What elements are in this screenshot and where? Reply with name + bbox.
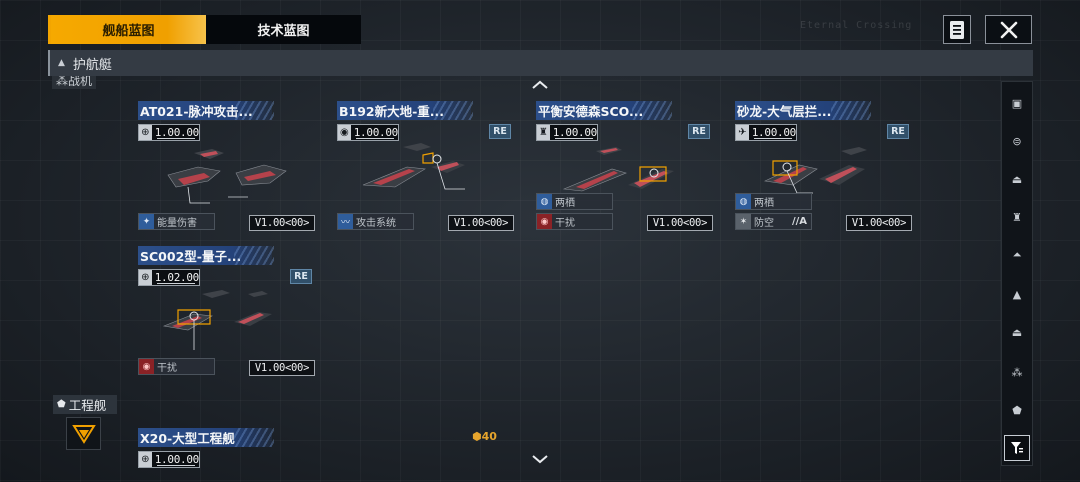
ship-tag: ✶ 防空 //A	[735, 213, 812, 230]
ship-tag: ◍ 两栖	[536, 193, 613, 210]
engineering-icon: ⬟	[1012, 403, 1022, 417]
class-value-bar: ✈ 1.00.00	[735, 124, 797, 141]
ship-card[interactable]: 平衡安德森SCO... ♜ 1.00.00 RE ◍ 两栖 ◉ 干扰 V1.00…	[536, 101, 713, 233]
interceptor-icon: ✈	[736, 125, 749, 140]
title-stripes	[632, 101, 672, 120]
header-deco-text: Eternal Crossing	[800, 20, 913, 31]
section-header-escort: ▲ 护航艇	[48, 50, 1033, 76]
close-icon	[1000, 21, 1017, 38]
filter-carrier-button[interactable]: ⊜	[1004, 128, 1030, 154]
ship-card[interactable]: SC002型-量子... ⊕ 1.02.00 RE ◉ 干扰 V1.00<00>	[138, 246, 315, 378]
section-title: 护航艇	[72, 57, 112, 73]
title-stripes	[234, 246, 274, 265]
ship-illustration	[167, 149, 287, 204]
re-badge: RE	[489, 124, 511, 139]
jamming-icon: ◉	[537, 214, 552, 229]
title-stripes	[433, 101, 473, 120]
ship-card[interactable]: X20-大型工程舰 ⊕ 1.00.00	[138, 428, 315, 468]
ship-illustration	[362, 143, 465, 190]
subsection-label: ⁂战机	[52, 76, 97, 89]
escort-class-icon: ▲	[58, 58, 65, 68]
filter-icon	[1011, 442, 1023, 454]
blueprint-tabs: 舰船蓝图 技术蓝图	[48, 15, 361, 44]
re-badge: RE	[290, 269, 312, 284]
re-badge: RE	[688, 124, 710, 139]
all-icon: ▣	[1011, 96, 1023, 110]
jamming-icon: ◉	[139, 359, 154, 374]
chevron-badge-icon	[71, 424, 96, 444]
engineering-class-icon: ⬟	[57, 399, 66, 410]
resource-counter: ⬢40	[472, 430, 497, 443]
version-label: V1.00<00>	[448, 215, 514, 231]
version-label: V1.00<00>	[846, 215, 912, 231]
tab-tech-blueprint[interactable]: 技术蓝图	[206, 15, 361, 44]
escort-icon: ⏏	[1011, 325, 1023, 339]
title-stripes	[234, 428, 274, 447]
amphibious-icon: ◍	[736, 194, 751, 209]
globe-icon: ⊕	[139, 270, 152, 285]
amphibious-icon: ◍	[537, 194, 552, 209]
filter-frigate-button[interactable]: ⏶	[1004, 242, 1030, 268]
energy-damage-icon: ✦	[139, 214, 154, 229]
fighter-group-icon: ⁂	[1011, 365, 1023, 379]
filter-fighter-button[interactable]: ⁂	[1004, 359, 1030, 385]
class-value-bar: ⊕ 1.02.00	[138, 269, 200, 286]
resource-icon: ⬢	[472, 430, 482, 443]
title-stripes	[831, 101, 871, 120]
corvette-icon: ▲	[1012, 287, 1022, 301]
close-button[interactable]	[985, 15, 1032, 44]
ship-tag: ◉ 干扰	[138, 358, 215, 375]
filter-engineering-button[interactable]: ⬟	[1004, 397, 1030, 423]
ship-tag: ◍ 两栖	[735, 193, 812, 210]
ship-tag: ✦ 能量伤害	[138, 213, 215, 230]
version-label: V1.00<00>	[249, 360, 315, 376]
anti-air-icon: ✶	[736, 214, 751, 229]
class-value-bar: ⊕ 1.00.00	[138, 451, 200, 468]
torpedo-icon: ♜	[537, 125, 550, 140]
class-value-bar: ♜ 1.00.00	[536, 124, 598, 141]
title-stripes	[234, 101, 274, 120]
scroll-up-chevron-icon[interactable]	[531, 80, 549, 90]
ship-class-filter-column: ▣ ⊜ ⏏ ♜ ⏶ ▲ ⏏ ⁂ ⬟	[1001, 81, 1033, 466]
filter-cruiser-button[interactable]: ⏏	[1004, 166, 1030, 192]
filter-destroyer-button[interactable]: ♜	[1004, 204, 1030, 230]
filter-toggle-button[interactable]	[1004, 435, 1030, 461]
globe-icon: ⊕	[139, 125, 152, 140]
cruiser-icon: ⏏	[1011, 172, 1023, 186]
ship-card[interactable]: 砂龙-大气层拦... ✈ 1.00.00 RE ◍ 两栖 ✶ 防空 //A V1…	[735, 101, 912, 233]
engineering-toggle-button[interactable]	[66, 417, 101, 450]
ship-tag: 〰 攻击系统	[337, 213, 414, 230]
frigate-icon: ⏶	[1012, 248, 1022, 261]
filter-all-button[interactable]: ▣	[1004, 90, 1030, 116]
heavy-icon: ◉	[338, 125, 351, 140]
ship-card[interactable]: B192新大地-重... ◉ 1.00.00 RE 〰 攻击系统 V1.00<0…	[337, 101, 514, 233]
carrier-icon: ⊜	[1012, 134, 1022, 148]
ship-illustration	[162, 290, 272, 350]
tab-ship-blueprint[interactable]: 舰船蓝图	[51, 15, 206, 44]
class-value-bar: ◉ 1.00.00	[337, 124, 399, 141]
filter-corvette-button[interactable]: ▲	[1004, 281, 1030, 307]
class-value-bar: ⊕ 1.00.00	[138, 124, 200, 141]
version-label: V1.00<00>	[647, 215, 713, 231]
attack-system-icon: 〰	[338, 214, 353, 229]
document-icon	[950, 20, 964, 39]
scroll-down-chevron-icon[interactable]	[531, 454, 549, 464]
version-label: V1.00<00>	[249, 215, 315, 231]
document-button[interactable]	[943, 15, 971, 44]
re-badge: RE	[887, 124, 909, 139]
globe-icon: ⊕	[139, 452, 152, 467]
ship-tag: ◉ 干扰	[536, 213, 613, 230]
destroyer-icon: ♜	[1012, 210, 1022, 224]
ship-card[interactable]: AT021-脉冲攻击... ⊕ 1.00.00 ✦ 能量伤害 V1.00<00>	[138, 101, 315, 233]
engineering-section-label: ⬟ 工程舰	[53, 395, 117, 414]
filter-escort-button[interactable]: ⏏	[1004, 319, 1030, 345]
